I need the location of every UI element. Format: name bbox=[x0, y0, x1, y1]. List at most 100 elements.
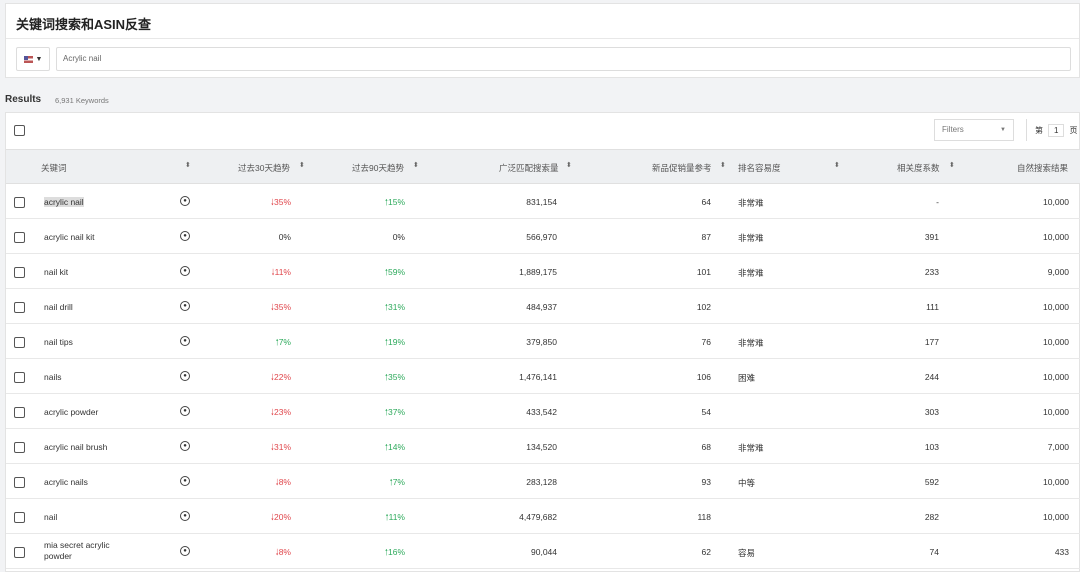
user-icon[interactable]: ● bbox=[180, 406, 190, 416]
sort-icon[interactable]: ⬍ bbox=[185, 161, 191, 169]
row-checkbox[interactable] bbox=[14, 547, 25, 558]
promo-ref: 106 bbox=[696, 372, 711, 382]
results-label: Results bbox=[5, 94, 42, 105]
table-row[interactable]: nail kit ● 🠓11% 🠑59% 1,889,175 101 非常难 2… bbox=[6, 254, 1080, 289]
search-panel: 关键词搜索和ASIN反查 ▼ Acrylic nail bbox=[5, 3, 1080, 78]
trend30-value: 8% bbox=[278, 477, 291, 487]
trend90-value: 11% bbox=[388, 512, 405, 522]
trend90-value: 31% bbox=[387, 302, 405, 312]
filters-dropdown[interactable]: Filters ▼ bbox=[934, 119, 1014, 141]
row-checkbox[interactable] bbox=[14, 302, 25, 313]
trend90: 🠑14% bbox=[385, 442, 405, 456]
trend30: 🠓35% bbox=[271, 302, 291, 316]
sort-icon[interactable]: ⬍ bbox=[720, 161, 726, 169]
user-icon[interactable]: ● bbox=[180, 196, 190, 206]
sort-icon[interactable]: ⬍ bbox=[834, 161, 840, 169]
keyword-link[interactable]: nails bbox=[44, 372, 61, 382]
table-row[interactable]: acrylic nail kit ● 0% 0% 566,970 87 非常难 … bbox=[6, 219, 1080, 254]
table-row[interactable]: acrylic nails ● 🠓8% 🠑7% 283,128 93 中等 59… bbox=[6, 464, 1080, 499]
broad-volume: 283,128 bbox=[526, 477, 557, 487]
row-checkbox[interactable] bbox=[14, 512, 25, 523]
row-checkbox[interactable] bbox=[14, 442, 25, 453]
trend90-value: 0% bbox=[392, 232, 405, 242]
col-relevance[interactable]: 相关度系数 bbox=[897, 162, 940, 174]
user-icon[interactable]: ● bbox=[180, 546, 190, 556]
trend30: 0% bbox=[279, 232, 291, 242]
row-checkbox[interactable] bbox=[14, 232, 25, 243]
keyword-link[interactable]: nail bbox=[44, 512, 57, 522]
relevance: 282 bbox=[924, 512, 939, 522]
trend30: 🠓31% bbox=[271, 442, 291, 456]
country-select[interactable]: ▼ bbox=[16, 47, 50, 71]
user-icon[interactable]: ● bbox=[180, 301, 190, 311]
organic-results: 10,000 bbox=[1043, 232, 1069, 242]
promo-ref: 102 bbox=[696, 302, 711, 312]
trend30-value: 11% bbox=[274, 267, 291, 277]
rank-ease: 非常难 bbox=[738, 268, 764, 278]
trend30-value: 22% bbox=[273, 372, 291, 382]
page-suffix: 页 bbox=[1069, 125, 1078, 135]
table-row[interactable]: nails ● 🠓22% 🠑35% 1,476,141 106 困难 244 1… bbox=[6, 359, 1080, 394]
keyword-link[interactable]: nail tips bbox=[44, 337, 73, 347]
keyword-link[interactable]: acrylic nail brush bbox=[44, 442, 107, 452]
user-icon[interactable]: ● bbox=[180, 336, 190, 346]
row-checkbox[interactable] bbox=[14, 372, 25, 383]
broad-volume: 566,970 bbox=[526, 232, 557, 242]
keyword-link[interactable]: acrylic nail bbox=[44, 197, 84, 207]
keyword-link[interactable]: acrylic powder bbox=[44, 407, 98, 417]
keyword-link[interactable]: acrylic nails bbox=[44, 477, 88, 487]
trend30: 🠓22% bbox=[271, 372, 291, 386]
sort-icon[interactable]: ⬍ bbox=[299, 161, 305, 169]
organic-results: 7,000 bbox=[1047, 442, 1069, 452]
sort-icon[interactable]: ⬍ bbox=[949, 161, 955, 169]
row-checkbox[interactable] bbox=[14, 267, 25, 278]
keyword-link[interactable]: acrylic nail kit bbox=[44, 232, 95, 242]
table-row[interactable]: acrylic powder ● 🠓23% 🠑37% 433,542 54 30… bbox=[6, 394, 1080, 429]
col-trend90[interactable]: 过去90天趋势 bbox=[352, 162, 404, 174]
trend30-value: 31% bbox=[273, 442, 291, 452]
row-checkbox[interactable] bbox=[14, 477, 25, 488]
table-row[interactable]: acrylic nail ● 🠓35% 🠑15% 831,154 64 非常难 … bbox=[6, 184, 1080, 219]
results-count: 6,931 Keywords bbox=[55, 96, 109, 105]
page-input[interactable]: 1 bbox=[1048, 123, 1065, 137]
user-icon[interactable]: ● bbox=[180, 441, 190, 451]
table-row[interactable]: nail ● 🠓20% 🠑11% 4,479,682 118 282 10,00… bbox=[6, 499, 1080, 534]
user-icon[interactable]: ● bbox=[180, 266, 190, 276]
page-title: 关键词搜索和ASIN反查 bbox=[16, 17, 152, 32]
user-icon[interactable]: ● bbox=[180, 371, 190, 381]
table-row[interactable]: nail drill ● 🠓35% 🠑31% 484,937 102 111 1… bbox=[6, 289, 1080, 324]
trend30-value: 23% bbox=[273, 407, 291, 417]
col-organic-results[interactable]: 自然搜索结果 bbox=[1017, 162, 1068, 174]
sort-icon[interactable]: ⬍ bbox=[566, 161, 572, 169]
user-icon[interactable]: ● bbox=[180, 231, 190, 241]
organic-results: 10,000 bbox=[1043, 197, 1069, 207]
trend90: 🠑31% bbox=[385, 302, 405, 316]
select-all-checkbox[interactable] bbox=[14, 125, 25, 136]
table-row[interactable]: acrylic nail brush ● 🠓31% 🠑14% 134,520 6… bbox=[6, 429, 1080, 464]
col-rank-ease[interactable]: 排名容易度 bbox=[738, 162, 781, 174]
sort-icon[interactable]: ⬍ bbox=[413, 161, 419, 169]
table-header: 关键词 ⬍ 过去30天趋势 ⬍ 过去90天趋势 ⬍ 广泛匹配搜索量 ⬍ 新品促销量参考 ⬍… bbox=[6, 149, 1080, 184]
col-keyword[interactable]: 关键词 bbox=[41, 162, 67, 174]
col-trend30[interactable]: 过去30天趋势 bbox=[238, 162, 290, 174]
rank-ease: 非常难 bbox=[738, 338, 764, 348]
row-checkbox[interactable] bbox=[14, 407, 25, 418]
col-promo[interactable]: 新品促销量参考 bbox=[652, 162, 712, 174]
keyword-link[interactable]: mia secret acrylic powder bbox=[44, 540, 134, 562]
trend90: 🠑16% bbox=[385, 547, 405, 561]
user-icon[interactable]: ● bbox=[180, 476, 190, 486]
row-checkbox[interactable] bbox=[14, 337, 25, 348]
trend90-value: 15% bbox=[387, 197, 405, 207]
keyword-link[interactable]: nail drill bbox=[44, 302, 73, 312]
us-flag-icon bbox=[23, 55, 33, 63]
promo-ref: 54 bbox=[701, 407, 711, 417]
row-checkbox[interactable] bbox=[14, 197, 25, 208]
trend30: 🠓8% bbox=[276, 477, 291, 491]
table-row[interactable]: nail tips ● 🠑7% 🠑19% 379,850 76 非常难 177 … bbox=[6, 324, 1080, 359]
col-broad-volume[interactable]: 广泛匹配搜索量 bbox=[499, 162, 559, 174]
user-icon[interactable]: ● bbox=[180, 511, 190, 521]
keyword-link[interactable]: nail kit bbox=[44, 267, 68, 277]
search-input[interactable]: Acrylic nail bbox=[56, 47, 1071, 71]
organic-results: 10,000 bbox=[1043, 407, 1069, 417]
relevance: 391 bbox=[924, 232, 939, 242]
